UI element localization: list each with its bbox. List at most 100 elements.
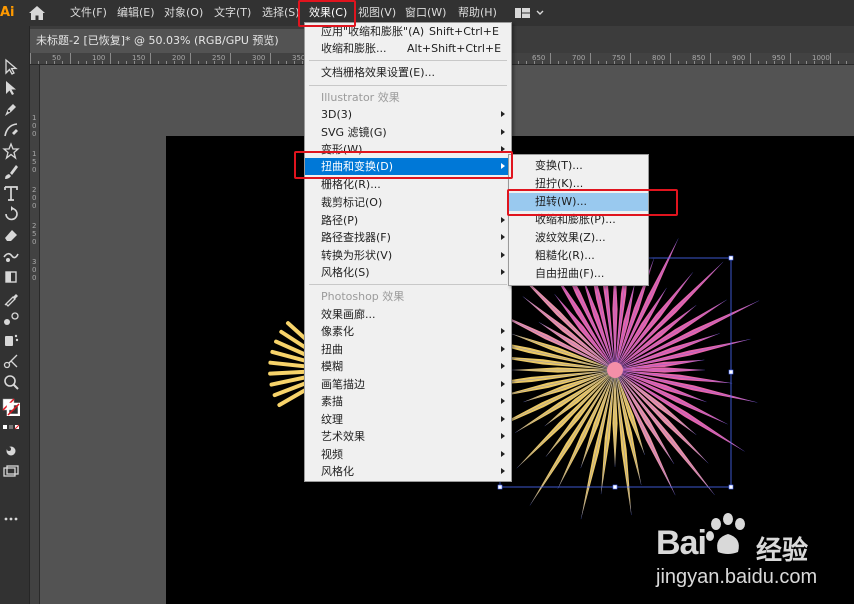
paintbrush-tool-icon[interactable] — [2, 163, 20, 181]
ruler-tick-label: 850 — [692, 54, 706, 62]
pen-tool-icon[interactable] — [2, 100, 20, 118]
menu-item-texture[interactable]: 纹理 — [305, 411, 511, 428]
menu-item-label: 画笔描边 — [321, 378, 365, 391]
fill-stroke-swatch-icon[interactable] — [2, 398, 21, 417]
menu-item-label: 扭曲 — [321, 343, 343, 356]
menu-item-distort[interactable]: 扭曲 — [305, 341, 511, 358]
more-tools-icon[interactable] — [2, 510, 20, 528]
annotation-box-twist — [507, 189, 678, 216]
menu-item-label: 风格化(S) — [321, 266, 370, 279]
submenu-arrow-icon — [501, 346, 505, 352]
illustrator-window: Ai 文件(F) 编辑(E) 对象(O) 文字(T) 选择(S) 效果(C) 视… — [0, 0, 854, 604]
menu-item-pixelate[interactable]: 像素化 — [305, 323, 511, 340]
distort-transform-submenu: 变换(T)... 扭拧(K)... 扭转(W)... 收缩和膨胀(P)... 波… — [508, 154, 649, 286]
zoom-tool-icon[interactable] — [2, 373, 20, 391]
menu-select[interactable]: 选择(S) — [262, 5, 300, 21]
submenu-item-roughen[interactable]: 粗糙化(R)... — [509, 247, 648, 265]
submenu-item-free-distort[interactable]: 自由扭曲(F)... — [509, 265, 648, 283]
watermark-brand: Bai — [656, 524, 707, 562]
annotation-box-effect-menu — [298, 0, 356, 27]
menu-item-sketch[interactable]: 素描 — [305, 393, 511, 410]
scissors-tool-icon[interactable] — [2, 352, 20, 370]
ruler-tick-label: 100 — [92, 54, 106, 62]
menu-item-label: 艺术效果 — [321, 430, 365, 443]
menu-item-label: 收缩和膨胀... — [321, 42, 387, 55]
menu-item-label: 素描 — [321, 395, 343, 408]
menu-item-label: 路径查找器(F) — [321, 231, 391, 244]
menu-item-stylize-photoshop[interactable]: 风格化 — [305, 463, 511, 480]
drawing-mode-icon[interactable] — [2, 442, 20, 460]
ruler-tick-label: 150 — [132, 54, 146, 62]
vertical-ruler[interactable]: 100150200250300 — [30, 65, 40, 604]
direct-selection-tool-icon[interactable] — [2, 79, 20, 97]
screen-mode-icon[interactable] — [2, 463, 20, 481]
menu-item-blur[interactable]: 模糊 — [305, 358, 511, 375]
submenu-arrow-icon — [501, 234, 505, 240]
eraser-tool-icon[interactable] — [2, 226, 20, 244]
eyedropper-tool-icon[interactable] — [2, 289, 20, 307]
document-tab[interactable]: 未标题-2 [已恢复]* @ 50.03% (RGB/GPU 预览) × — [30, 29, 330, 53]
curvature-tool-icon[interactable] — [2, 121, 20, 139]
menu-help[interactable]: 帮助(H) — [458, 5, 497, 21]
type-tool-icon[interactable] — [2, 184, 20, 202]
menu-view[interactable]: 视图(V) — [358, 5, 396, 21]
app-logo: Ai — [0, 5, 15, 20]
watermark-url: jingyan.baidu.com — [656, 566, 818, 588]
menu-type[interactable]: 文字(T) — [214, 5, 251, 21]
watermark-brand-cn: 经验 — [756, 536, 809, 566]
submenu-arrow-icon — [501, 252, 505, 258]
menu-item-video[interactable]: 视频 — [305, 446, 511, 463]
menu-item-pathfinder[interactable]: 路径查找器(F) — [305, 229, 511, 246]
menu-item-effect-gallery[interactable]: 效果画廊... — [305, 306, 511, 323]
menu-file[interactable]: 文件(F) — [70, 5, 107, 21]
effect-menu-dropdown: 应用"收缩和膨胀"(A) Shift+Ctrl+E 收缩和膨胀... Alt+S… — [304, 22, 512, 482]
ruler-tick-label: 900 — [732, 54, 746, 62]
menu-window[interactable]: 窗口(W) — [405, 5, 446, 21]
submenu-arrow-icon — [501, 381, 505, 387]
menu-object[interactable]: 对象(O) — [164, 5, 203, 21]
menu-item-shortcut: Alt+Shift+Ctrl+E — [407, 42, 502, 55]
submenu-arrow-icon — [501, 468, 505, 474]
rotate-tool-icon[interactable] — [2, 205, 20, 223]
menu-item-3d[interactable]: 3D(3) — [305, 106, 511, 123]
paw-icon — [706, 513, 745, 554]
selection-tool-icon[interactable] — [2, 58, 20, 76]
ruler-tick-label: 300 — [252, 54, 266, 62]
annotation-box-distort-transform — [294, 151, 513, 179]
ruler-tick-label: 0 — [32, 274, 37, 282]
submenu-item-transform[interactable]: 变换(T)... — [509, 157, 648, 175]
menu-item-label: 像素化 — [321, 325, 354, 338]
menu-item-stylize-illustrator[interactable]: 风格化(S) — [305, 264, 511, 281]
ruler-tick-label: 0 — [32, 202, 37, 210]
baidu-jingyan-watermark: Bai 经验 jingyan.baidu.com — [656, 512, 848, 598]
menu-item-svg-filters[interactable]: SVG 滤镜(G) — [305, 124, 511, 141]
menu-item-last-effect[interactable]: 收缩和膨胀... Alt+Shift+Ctrl+E — [305, 40, 511, 57]
artboard-tool-icon[interactable] — [2, 268, 20, 286]
menu-divider — [309, 284, 507, 285]
home-icon[interactable] — [28, 5, 46, 21]
menu-divider — [309, 60, 507, 61]
star-tool-icon[interactable] — [2, 142, 20, 160]
menu-section-photoshop-effects: Photoshop 效果 — [321, 290, 405, 303]
menu-item-convert-to-shape[interactable]: 转换为形状(V) — [305, 247, 511, 264]
ruler-tick-label: 200 — [172, 54, 186, 62]
submenu-arrow-icon — [501, 269, 505, 275]
symbol-sprayer-tool-icon[interactable] — [2, 331, 20, 349]
color-mode-icons[interactable] — [2, 421, 20, 439]
workspace-switcher-icon[interactable] — [515, 7, 545, 19]
warp-tool-icon[interactable] — [2, 247, 20, 265]
submenu-arrow-icon — [501, 451, 505, 457]
ruler-tick-label: 50 — [52, 54, 61, 62]
menu-edit[interactable]: 编辑(E) — [117, 5, 155, 21]
submenu-arrow-icon — [501, 398, 505, 404]
submenu-item-zig-zag[interactable]: 波纹效果(Z)... — [509, 229, 648, 247]
menu-item-brush-strokes[interactable]: 画笔描边 — [305, 376, 511, 393]
menu-item-crop-marks[interactable]: 裁剪标记(O) — [305, 194, 511, 211]
menu-item-path[interactable]: 路径(P) — [305, 212, 511, 229]
ruler-tick-label: 0 — [32, 130, 37, 138]
menu-item-artistic[interactable]: 艺术效果 — [305, 428, 511, 445]
menu-item-label: 视频 — [321, 448, 343, 461]
blend-tool-icon[interactable] — [2, 310, 20, 328]
submenu-arrow-icon — [501, 111, 505, 117]
menu-item-document-raster-settings[interactable]: 文档栅格效果设置(E)... — [305, 64, 511, 81]
